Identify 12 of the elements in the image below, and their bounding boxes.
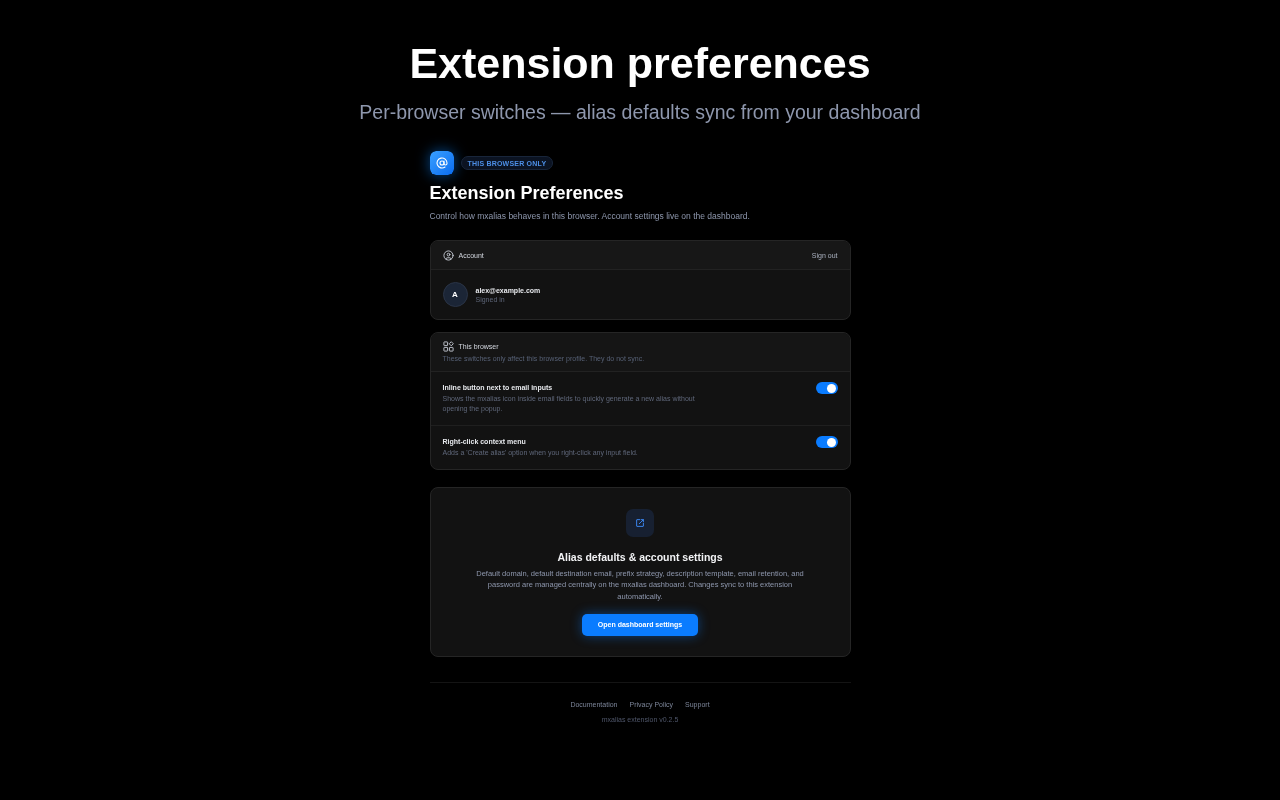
- toggle-switch[interactable]: [815, 382, 838, 394]
- preferences-description: Control how mxalias behaves in this browser. Account settings live on the dashboard.: [429, 210, 751, 222]
- page-subtitle: Per-browser switches — alias defaults sync from your dashboard: [359, 100, 921, 124]
- blocks-icon: [442, 341, 454, 352]
- avatar: A: [442, 282, 468, 307]
- at-sign-logo-icon: [429, 151, 454, 175]
- preferences-title: Extension Preferences: [429, 182, 625, 204]
- external-link-icon: [626, 508, 654, 537]
- dashboard-card-title: Alias defaults & account settings: [557, 549, 723, 564]
- user-circle-icon: [442, 249, 454, 261]
- page-title: Extension preferences: [409, 38, 871, 88]
- toggle-switch[interactable]: [815, 436, 838, 448]
